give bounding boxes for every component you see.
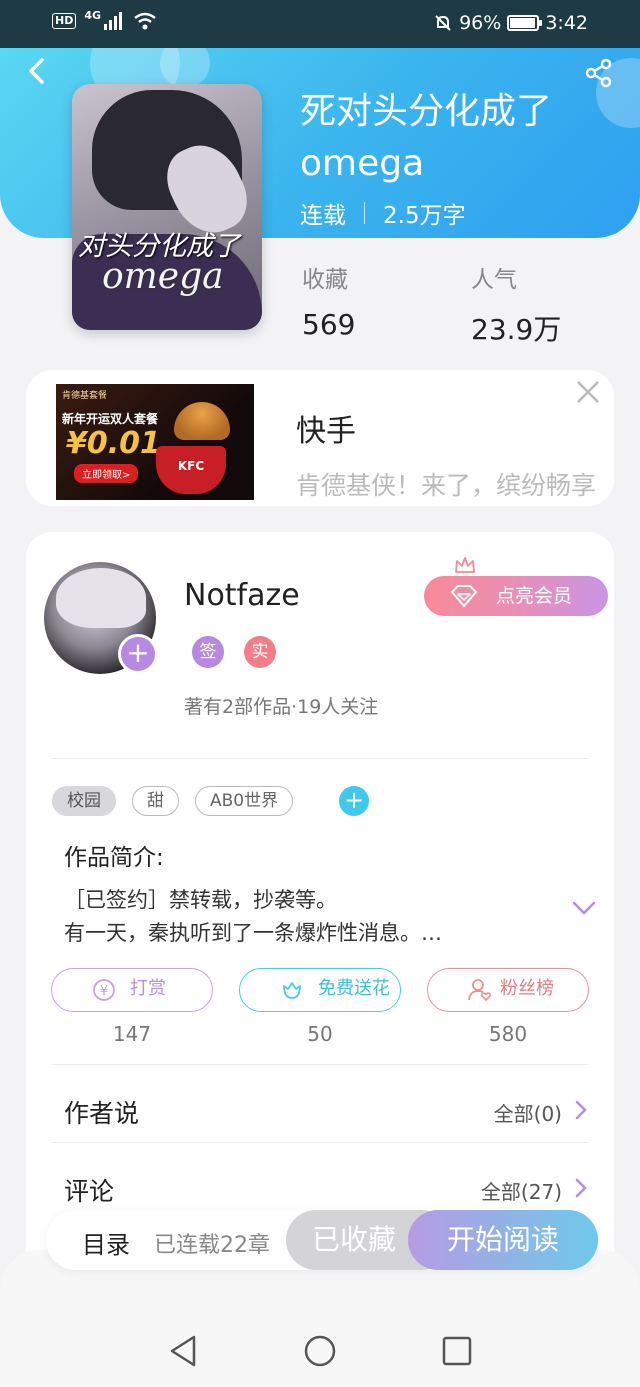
ad-image-headline: 新年开运双人套餐 (62, 412, 159, 426)
ad-image[interactable]: 肯德基套餐 新年开运双人套餐 ¥0.01 立即领取> KFC (56, 384, 254, 500)
ad-description: 肯德基侠！来了，缤纷畅享 (296, 471, 597, 500)
book-title: 死对头分化成了omega (300, 91, 553, 184)
back-arrow-icon[interactable] (22, 56, 52, 86)
ad-card[interactable]: 肯德基套餐 新年开运双人套餐 ¥0.01 立即领取> KFC 快手 肯德基侠！来… (26, 370, 614, 506)
flower-count: 50 (307, 1022, 333, 1046)
section-title: 评论 (64, 1177, 115, 1206)
follow-author-button[interactable]: + (118, 634, 158, 674)
tip-button[interactable]: ¥ 打赏 (51, 968, 213, 1012)
burger-graphic (174, 402, 230, 440)
tag-item[interactable]: 甜 (132, 786, 179, 816)
fan-ranking-button[interactable]: 粉丝榜 (427, 968, 589, 1012)
divider (52, 758, 588, 759)
battery-icon (507, 15, 543, 31)
send-flower-button[interactable]: 免费送花 (239, 968, 401, 1012)
status-bar: HD 4G 96% 3:42 (0, 0, 640, 48)
chevron-right-icon (575, 1178, 587, 1198)
stat-label: 收藏 (302, 267, 348, 293)
share-icon[interactable] (584, 58, 614, 88)
signed-badge: 签 (192, 636, 224, 668)
ad-image-price: ¥0.01 (66, 426, 161, 461)
book-meta: 连载 2.5万字 (300, 196, 466, 230)
divider (52, 1142, 588, 1143)
word-count: 2.5万字 (383, 203, 466, 229)
avatar-hair (56, 568, 146, 628)
intro-heading: 作品简介: (64, 845, 164, 871)
kfc-bucket-graphic: KFC (156, 446, 226, 494)
hd-badge: HD (52, 13, 77, 29)
book-status: 连载 (300, 203, 346, 229)
stat-value: 23.9万 (471, 313, 562, 346)
tag-list: 校园 甜 AB0世界 + (52, 786, 370, 816)
battery-fill (510, 18, 536, 28)
comments-row[interactable]: 评论 全部(27) (64, 1168, 590, 1208)
divider (364, 202, 365, 224)
battery-percent: 96% (459, 12, 502, 34)
network-type: 4G (84, 8, 102, 22)
table-of-contents-button[interactable]: 目录 (82, 1225, 130, 1260)
tip-label: 打赏 (130, 978, 166, 999)
stat-label: 人气 (471, 267, 517, 293)
crown-icon (455, 557, 475, 573)
ad-image-tag: 肯德基套餐 (62, 391, 108, 401)
clock: 3:42 (545, 12, 588, 34)
verified-badge: 实 (244, 636, 276, 668)
cover-subtitle-text: omega (102, 256, 224, 297)
mute-bell-icon (435, 15, 451, 31)
chapter-count: 已连载22章 (154, 1233, 270, 1258)
book-cover[interactable]: 对头分化成了 omega (72, 84, 262, 330)
section-title: 作者说 (64, 1099, 140, 1128)
fan-ranking-label: 粉丝榜 (500, 978, 554, 999)
stat-value: 569 (302, 308, 356, 341)
ad-image-cta: 立即领取> (74, 464, 139, 483)
signal-icon (104, 12, 123, 30)
stat-favorites: 收藏 569 (302, 260, 355, 341)
vip-button-label: 点亮会员 (496, 585, 573, 607)
divider (52, 1064, 588, 1065)
nav-home-icon[interactable] (303, 1334, 337, 1368)
intro-line: ［已签约］禁转载，抄袭等。 (64, 888, 337, 912)
section-more: 全部(27) (480, 1180, 562, 1204)
diamond-icon (451, 585, 477, 607)
wifi-icon (134, 12, 156, 30)
chevron-right-icon (575, 1100, 587, 1120)
flower-icon (283, 982, 301, 999)
fan-count: 580 (488, 1022, 528, 1046)
add-tag-button[interactable]: + (339, 786, 370, 816)
author-notes-row[interactable]: 作者说 全部(0) (64, 1090, 590, 1130)
chevron-down-icon[interactable] (570, 898, 598, 918)
user-heart-icon (468, 979, 492, 1002)
close-icon[interactable] (574, 378, 602, 406)
yen-coin-icon: ¥ (93, 979, 115, 1001)
nav-back-icon[interactable] (166, 1334, 200, 1368)
author-stats: 著有2部作品·19人关注 (184, 696, 379, 718)
author-name[interactable]: Notfaze (184, 578, 300, 613)
svg-text:¥: ¥ (100, 984, 108, 999)
section-more: 全部(0) (493, 1102, 562, 1126)
start-reading-button[interactable]: 开始阅读 (408, 1210, 598, 1270)
stat-popularity: 人气 23.9万 (471, 260, 561, 348)
tag-item[interactable]: AB0世界 (195, 786, 294, 816)
intro-line: 有一天，秦执听到了一条爆炸性消息。… (64, 921, 442, 945)
intro-text[interactable]: ［已签约］禁转载，抄袭等。 有一天，秦执听到了一条爆炸性消息。… (64, 884, 544, 950)
ad-advertiser: 快手 (296, 414, 356, 449)
tag-item[interactable]: 校园 (52, 786, 116, 816)
tip-count: 147 (112, 1022, 152, 1046)
vip-member-button[interactable]: 点亮会员 (424, 576, 608, 616)
send-flower-label: 免费送花 (318, 978, 390, 999)
nav-recents-icon[interactable] (440, 1334, 474, 1368)
